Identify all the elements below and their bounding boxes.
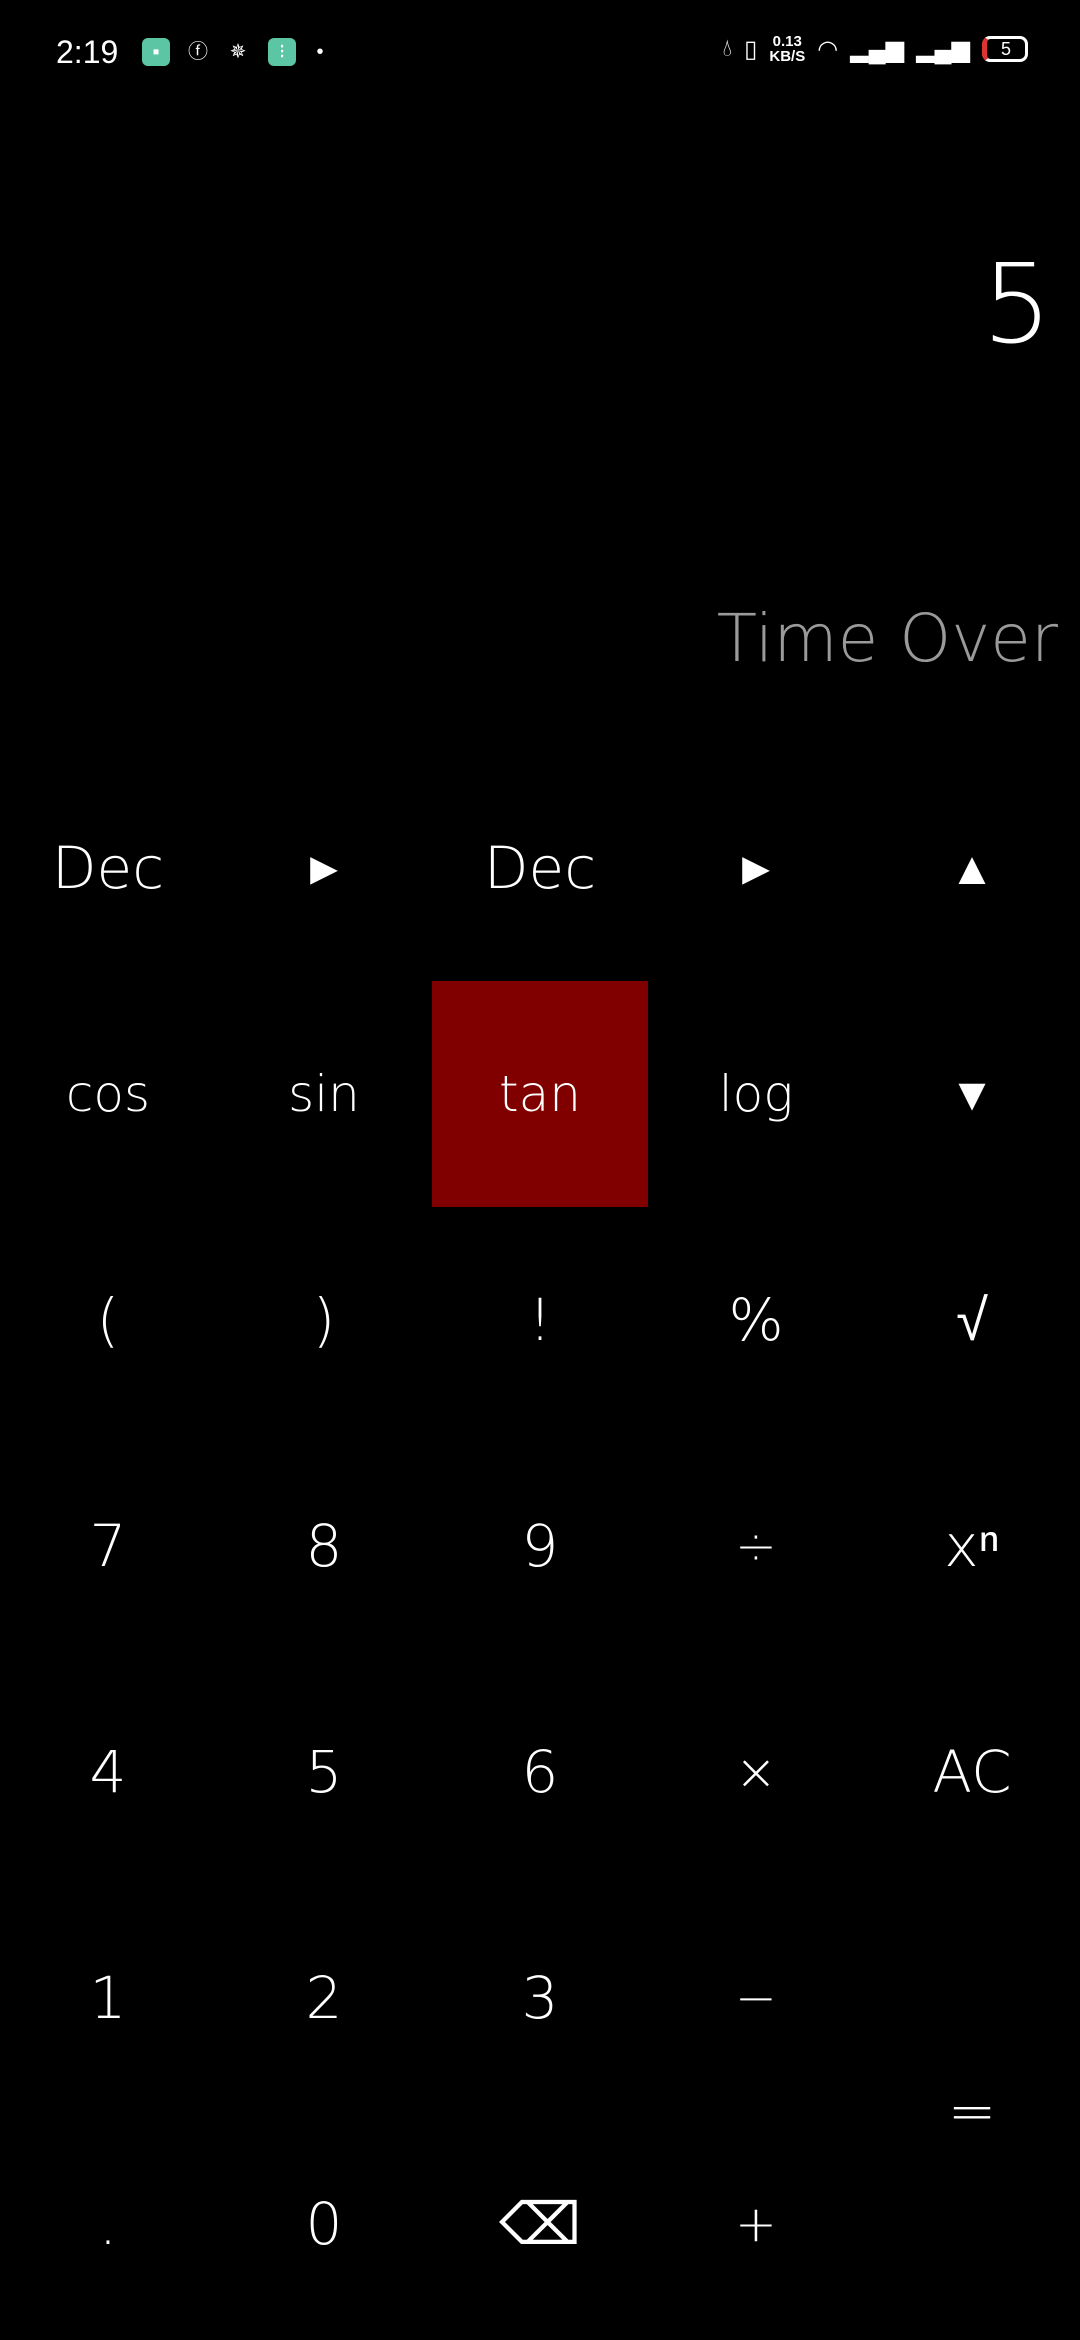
- app-icon: ▪: [142, 38, 170, 66]
- key-sin-button[interactable]: sin: [216, 981, 432, 1207]
- key-cos-button[interactable]: cos: [0, 981, 216, 1207]
- signal-icon: ▂▄▆: [850, 35, 905, 63]
- key-log-button[interactable]: log: [648, 981, 864, 1207]
- key-6-button[interactable]: 6: [432, 1659, 648, 1885]
- key-factorial-button[interactable]: !: [432, 1207, 648, 1433]
- speed-value: 0.13: [772, 33, 802, 50]
- key-7-button[interactable]: 7: [0, 1433, 216, 1659]
- key-tan-button[interactable]: tan: [432, 981, 648, 1207]
- key-backspace-button[interactable]: ⌫: [432, 2111, 648, 2337]
- key-power-button[interactable]: xⁿ: [864, 1433, 1080, 1659]
- settings-hex-icon: ✵: [229, 41, 247, 63]
- speed-unit: KB/S: [769, 48, 806, 65]
- key-2-button[interactable]: 2: [216, 1885, 432, 2111]
- result-display: 5: [982, 240, 1052, 368]
- key-arrow-right-2-button[interactable]: ►: [648, 755, 864, 981]
- key-up-button[interactable]: ▲: [864, 755, 1080, 981]
- key-minus-button[interactable]: −: [648, 1885, 864, 2111]
- key-open-paren-button[interactable]: (: [0, 1207, 216, 1433]
- key-arrow-right-1-button[interactable]: ►: [216, 755, 432, 981]
- keypad: Dec ► Dec ► ▲ cos sin tan log ▼()!% √ 7 8 9 ÷ xⁿ 4 5 6 × AC 1…: [0, 755, 1080, 2337]
- network-speed: 0.13 KB/S: [769, 34, 805, 64]
- key-plus-button[interactable]: +: [648, 2111, 864, 2337]
- app2-icon: ⁝: [268, 38, 296, 66]
- key-0-button[interactable]: 0: [216, 2111, 432, 2337]
- key-1-button[interactable]: 1: [0, 1885, 216, 2111]
- key-3-button[interactable]: 3: [432, 1885, 648, 2111]
- key-decimal-button[interactable]: .: [0, 2111, 216, 2337]
- wifi-icon: ◠: [817, 35, 839, 63]
- key-4-button[interactable]: 4: [0, 1659, 216, 1885]
- key-mode-dec-left-button[interactable]: Dec: [0, 755, 216, 981]
- vibrate-icon: ▯: [744, 35, 758, 63]
- key-9-button[interactable]: 9: [432, 1433, 648, 1659]
- clock: 2:19: [56, 34, 119, 70]
- status-bar: 2:19 ▪ ⓕ ✵ ⁝ • 💧︎ ▯ 0.13 KB/S ◠ ▂▄▆ ▂▄▆ 5: [0, 0, 1080, 110]
- key-5-button[interactable]: 5: [216, 1659, 432, 1885]
- key-down-button[interactable]: ▼: [864, 981, 1080, 1207]
- key-close-paren-button[interactable]: ): [216, 1207, 432, 1433]
- signal-icon: ▂▄▆: [916, 35, 970, 63]
- data-saver-icon: 💧︎: [722, 35, 733, 62]
- key-multiply-button[interactable]: ×: [648, 1659, 864, 1885]
- key-divide-button[interactable]: ÷: [648, 1433, 864, 1659]
- key-percent-button[interactable]: %: [648, 1207, 864, 1433]
- key-all-clear-button[interactable]: AC: [864, 1659, 1080, 1885]
- key-mode-dec-right-button[interactable]: Dec: [432, 755, 648, 981]
- dot-icon: •: [316, 41, 324, 63]
- key-sqrt-button[interactable]: √: [864, 1207, 1080, 1433]
- key-equals-button[interactable]: =: [864, 1885, 1080, 2337]
- status-message: Time Over: [716, 600, 1058, 677]
- battery-icon: 5: [982, 36, 1028, 62]
- facebook-icon: ⓕ: [188, 41, 208, 63]
- key-8-button[interactable]: 8: [216, 1433, 432, 1659]
